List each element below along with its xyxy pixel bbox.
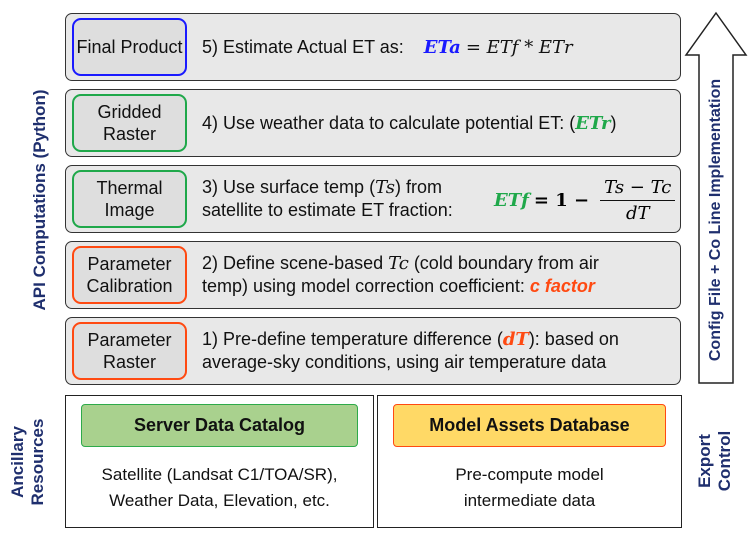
dt-symbol: dT xyxy=(502,329,529,350)
catalog-line2: Weather Data, Elevation, etc. xyxy=(109,491,330,510)
etf-one-minus: = 1 − xyxy=(533,189,590,211)
parameter-calibration-tag: Parameter Calibration xyxy=(72,246,187,304)
eta-symbol: ETa xyxy=(423,37,461,58)
config-arrow-label: Config File + Co Line Implementation xyxy=(707,78,724,362)
step5-label: 5) Estimate Actual ET as: xyxy=(202,37,404,57)
etf-formula: ETf = 1 − Ts − Tc dT xyxy=(494,172,676,228)
server-data-catalog-panel: Server Data Catalog Satellite (Landsat C… xyxy=(65,395,374,528)
c-factor: c factor xyxy=(529,276,595,296)
step5-text: 5) Estimate Actual ET as: ETa = ETf * ET… xyxy=(202,36,573,59)
etf-symbol: ETf xyxy=(494,189,529,211)
model-assets-database-panel: Model Assets Database Pre-compute model … xyxy=(377,395,682,528)
step-parameter-raster: Parameter Raster 1) Pre-define temperatu… xyxy=(65,317,681,385)
step1-text-a: 1) Pre-define temperature difference ( xyxy=(202,329,503,349)
eta-formula: = ETf * ETr xyxy=(465,37,573,58)
fraction-denominator: dT xyxy=(625,202,650,224)
step4-text: 4) Use weather data to calculate potenti… xyxy=(202,112,617,135)
step-gridded-raster: Gridded Raster 4) Use weather data to ca… xyxy=(65,89,681,157)
step2-text: 2) Define scene-based Tc (cold boundary … xyxy=(202,252,599,298)
ancillary-label-text: Ancillary Resources xyxy=(8,418,47,506)
step4-end: ) xyxy=(610,113,617,133)
parameter-raster-tag: Parameter Raster xyxy=(72,322,187,380)
etr-symbol: ETr xyxy=(575,113,611,134)
final-product-tag: Final Product xyxy=(72,18,187,76)
server-data-catalog-title: Server Data Catalog xyxy=(81,404,358,447)
ancillary-resources-label: Ancillary Resources xyxy=(8,419,48,506)
step3-text-c: satellite to estimate ET fraction: xyxy=(202,200,453,220)
ts-symbol: Ts xyxy=(375,177,395,198)
thermal-image-tag: Thermal Image xyxy=(72,170,187,228)
model-assets-database-title: Model Assets Database xyxy=(393,404,666,447)
fraction-numerator: Ts − Tc xyxy=(600,177,676,201)
step4-label: 4) Use weather data to calculate potenti… xyxy=(202,113,576,133)
step1-text-b: ): based on xyxy=(528,329,619,349)
step2-text-c: temp) using model correction coefficient… xyxy=(202,276,530,296)
model-assets-database-desc: Pre-compute model intermediate data xyxy=(378,462,681,514)
step1-text: 1) Pre-define temperature difference (dT… xyxy=(202,328,619,374)
fraction: Ts − Tc dT xyxy=(600,177,676,224)
step-thermal-image: Thermal Image 3) Use surface temp (Ts) f… xyxy=(65,165,681,233)
step2-text-a: 2) Define scene-based xyxy=(202,253,389,273)
step-final-product: Final Product 5) Estimate Actual ET as: … xyxy=(65,13,681,81)
server-data-catalog-desc: Satellite (Landsat C1/TOA/SR), Weather D… xyxy=(66,462,373,514)
api-computations-label: API Computations (Python) xyxy=(30,89,49,311)
export-label-text: Export Control xyxy=(695,430,734,492)
assets-line1: Pre-compute model xyxy=(455,465,604,484)
catalog-line1: Satellite (Landsat C1/TOA/SR), xyxy=(101,465,338,484)
tc-symbol: Tc xyxy=(388,253,409,274)
assets-line2: intermediate data xyxy=(463,491,596,510)
gridded-raster-tag: Gridded Raster xyxy=(72,94,187,152)
step1-text-c: average-sky conditions, using air temper… xyxy=(202,352,607,372)
step-parameter-calibration: Parameter Calibration 2) Define scene-ba… xyxy=(65,241,681,309)
export-control-label: Export Control xyxy=(695,431,735,491)
step3-text-b: ) from xyxy=(395,177,442,197)
step3-text-a: 3) Use surface temp ( xyxy=(202,177,376,197)
step3-text: 3) Use surface temp (Ts) from satellite … xyxy=(202,176,453,222)
step2-text-b: (cold boundary from air xyxy=(408,253,599,273)
